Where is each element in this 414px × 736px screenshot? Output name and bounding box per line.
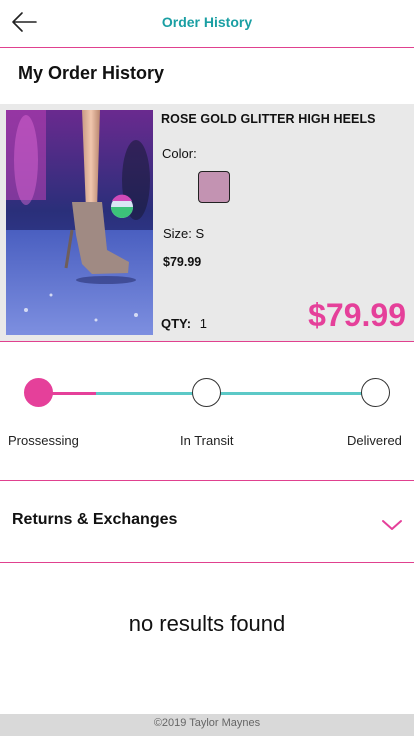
qty-value: 1: [199, 316, 207, 331]
header-title: Order History: [161, 14, 253, 30]
page-title: My Order History: [18, 63, 165, 83]
unit-price: $79.99: [163, 255, 202, 269]
returns-exchanges-toggle[interactable]: Returns & Exchanges: [0, 481, 414, 563]
quantity: QTY: 1: [161, 316, 207, 331]
size-label: Size: S: [163, 226, 205, 241]
order-item-card[interactable]: ROSE GOLD GLITTER HIGH HEELS Color: Size…: [0, 104, 414, 342]
order-status-tracker: Prossessing In Transit Delivered: [0, 342, 414, 481]
top-bar: Order History: [0, 0, 414, 48]
product-image: [6, 110, 153, 335]
total-price: $79.99: [308, 297, 406, 333]
step-dot-processing: [24, 378, 53, 407]
footer: ©2019 Taylor Maynes: [0, 714, 414, 736]
copyright-text: ©2019 Taylor Maynes: [153, 717, 261, 729]
chevron-down-icon[interactable]: [380, 517, 404, 533]
step-label-processing: Prossessing: [8, 433, 79, 448]
step-label-delivered: Delivered: [347, 433, 402, 448]
color-swatch: [198, 171, 230, 203]
qty-label: QTY:: [161, 316, 192, 331]
step-label-in-transit: In Transit: [180, 433, 234, 448]
empty-results-message: no results found: [128, 611, 286, 636]
progress-line-pending: [96, 392, 376, 395]
step-dot-delivered: [361, 378, 390, 407]
color-label: Color:: [162, 146, 197, 161]
returns-exchanges-label: Returns & Exchanges: [12, 511, 178, 528]
product-name: ROSE GOLD GLITTER HIGH HEELS: [161, 112, 376, 126]
step-dot-in-transit: [192, 378, 221, 407]
